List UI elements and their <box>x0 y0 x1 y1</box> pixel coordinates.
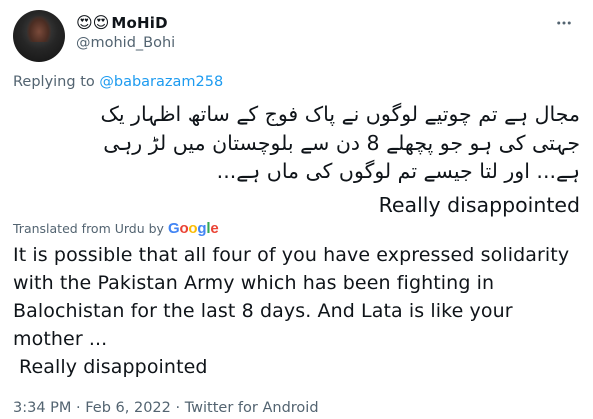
reply-mention-link[interactable]: @babarazam258 <box>99 74 223 90</box>
replying-to: Replying to @babarazam258 <box>13 74 223 90</box>
avatar[interactable] <box>13 10 65 62</box>
tweet-meta[interactable]: 3:34 PM · Feb 6, 2022 · Twitter for Andr… <box>13 400 319 416</box>
replying-to-label: Replying to <box>13 74 95 90</box>
translation-tail: Really disappointed <box>19 356 208 378</box>
translated-label-text: Translated from Urdu by <box>13 221 164 236</box>
more-icon <box>557 21 571 25</box>
translation-body: It is possible that all four of you have… <box>13 244 570 350</box>
user-block[interactable]: 😍😍 MoHiD @mohid_Bohi <box>76 11 175 51</box>
name-row: 😍😍 MoHiD <box>76 11 175 35</box>
urdu-line: جہتی کی ہو جو پچھلے 8 دن سے بلوچستان میں… <box>103 130 580 155</box>
urdu-line: ہے... اور لتا جیسے تم لوگوں کی ماں ہے... <box>216 159 580 183</box>
user-handle[interactable]: @mohid_Bohi <box>76 35 175 51</box>
translated-from-label: Translated from Urdu by Google <box>13 220 219 237</box>
display-name[interactable]: MoHiD <box>111 14 167 32</box>
google-logo: Google <box>167 220 219 237</box>
tweet-header: 😍😍 MoHiD @mohid_Bohi <box>13 8 583 66</box>
translated-text: It is possible that all four of you have… <box>13 241 580 381</box>
urdu-line: مجال ہے تم چوتیے لوگوں نے پاک فوج کے سات… <box>100 102 580 126</box>
avatar-figure <box>27 16 51 42</box>
tweet-text-english: Really disappointed <box>378 193 580 217</box>
heart-eyes-emoji: 😍😍 <box>76 13 110 32</box>
more-button[interactable] <box>553 12 575 34</box>
tweet-text-urdu: مجال ہے تم چوتیے لوگوں نے پاک فوج کے سات… <box>13 100 580 186</box>
